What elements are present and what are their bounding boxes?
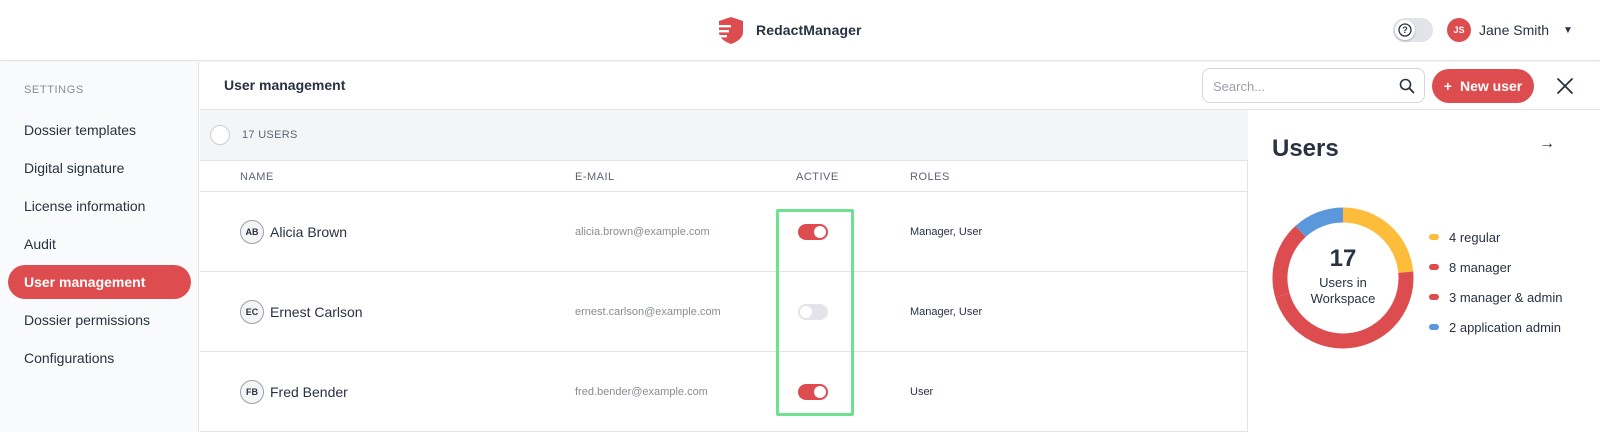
legend-swatch (1429, 324, 1439, 330)
legend-swatch (1429, 264, 1439, 270)
chevron-down-icon: ▼ (1563, 24, 1573, 36)
search-box[interactable] (1202, 68, 1425, 103)
column-header-name[interactable]: NAME (240, 171, 274, 183)
new-user-button[interactable]: + New user (1432, 69, 1534, 103)
legend-item[interactable]: 2 application admin (1429, 312, 1562, 342)
email-cell: fred.bender@example.com (575, 386, 708, 398)
toggle-knob (814, 226, 826, 238)
svg-text:?: ? (1402, 25, 1408, 35)
roles-cell: User (910, 386, 934, 398)
user-name-cell: Alicia Brown (270, 224, 348, 240)
avatar: FB (240, 380, 264, 404)
arrow-right-icon[interactable]: → (1539, 135, 1555, 153)
select-all-checkbox[interactable] (210, 125, 230, 145)
table-row[interactable]: EC Ernest Carlson ernest.carlson@example… (200, 272, 1248, 352)
legend-swatch (1429, 294, 1439, 300)
column-header-email[interactable]: E-MAIL (575, 171, 615, 183)
app-name: RedactManager (756, 22, 862, 38)
sidebar-item-user-management[interactable]: User management (8, 265, 191, 299)
table-toolbar: 17 USERS (200, 110, 1248, 161)
active-toggle[interactable] (798, 304, 828, 320)
user-name: Jane Smith (1479, 22, 1550, 38)
user-menu[interactable]: JS Jane Smith ▼ (1447, 18, 1573, 42)
help-mode-toggle[interactable]: ? (1393, 18, 1433, 42)
legend-item[interactable]: 4 regular (1429, 222, 1562, 252)
legend-label: 3 manager & admin (1449, 289, 1563, 305)
redactmanager-logo-icon (717, 17, 743, 44)
sidebar-item-audit[interactable]: Audit (8, 227, 191, 261)
email-cell: alicia.brown@example.com (575, 226, 710, 238)
sidebar-item-configurations[interactable]: Configurations (8, 341, 191, 375)
chart-legend: 4 regular 8 manager 3 manager & admin 2 … (1429, 222, 1562, 342)
donut-center: 17 Users in Workspace (1271, 206, 1415, 350)
total-users: 17 (1329, 245, 1357, 272)
user-name-cell: Fred Bender (270, 384, 348, 400)
panel-title: Users (1272, 135, 1339, 162)
users-stats-panel: Users → 17 Users in Workspace 4 regular … (1249, 110, 1600, 432)
legend-item[interactable]: 8 manager (1429, 252, 1562, 282)
user-name-cell: Ernest Carlson (270, 304, 363, 320)
legend-item[interactable]: 3 manager & admin (1429, 282, 1562, 312)
table-row[interactable]: AB Alicia Brown alicia.brown@example.com… (200, 192, 1248, 272)
toggle-knob (814, 386, 826, 398)
avatar: EC (240, 300, 264, 324)
sidebar-item-digital-signature[interactable]: Digital signature (8, 151, 191, 185)
settings-sidebar: SETTINGS Dossier templates Digital signa… (0, 62, 199, 432)
sidebar-heading: SETTINGS (24, 84, 84, 96)
active-toggle[interactable] (798, 224, 828, 240)
user-avatar: JS (1447, 18, 1471, 42)
roles-cell: Manager, User (910, 306, 983, 318)
new-user-label: New user (1459, 78, 1523, 94)
table-header: NAME E-MAIL ACTIVE ROLES (200, 161, 1248, 192)
sidebar-item-dossier-templates[interactable]: Dossier templates (8, 113, 191, 147)
sidebar-item-license-information[interactable]: License information (8, 189, 191, 223)
column-header-active[interactable]: ACTIVE (796, 171, 839, 183)
search-input[interactable] (1213, 77, 1393, 95)
page-header: User management + New user (200, 62, 1600, 110)
legend-label: 4 regular (1449, 229, 1501, 245)
search-icon[interactable] (1398, 77, 1416, 95)
active-toggle[interactable] (798, 384, 828, 400)
plus-icon: + (1443, 78, 1452, 94)
avatar: AB (240, 220, 264, 244)
column-header-roles[interactable]: ROLES (910, 171, 950, 183)
help-icon: ? (1395, 20, 1415, 40)
user-count: 17 USERS (242, 129, 298, 141)
brand[interactable]: RedactManager (716, 15, 862, 45)
table-row[interactable]: FB Fred Bender fred.bender@example.com U… (200, 352, 1248, 432)
legend-label: 2 application admin (1449, 319, 1562, 335)
close-icon[interactable] (1552, 73, 1578, 99)
total-users-label: Users in Workspace (1310, 275, 1376, 306)
top-bar: RedactManager ? JS Jane Smith ▼ (0, 0, 1600, 61)
legend-swatch (1429, 234, 1439, 240)
roles-cell: Manager, User (910, 226, 983, 238)
sidebar-item-dossier-permissions[interactable]: Dossier permissions (8, 303, 191, 337)
toggle-knob (800, 306, 812, 318)
users-table: 17 USERS NAME E-MAIL ACTIVE ROLES AB Ali… (200, 110, 1248, 432)
page-title: User management (224, 77, 346, 93)
legend-label: 8 manager (1449, 259, 1512, 275)
email-cell: ernest.carlson@example.com (575, 306, 721, 318)
